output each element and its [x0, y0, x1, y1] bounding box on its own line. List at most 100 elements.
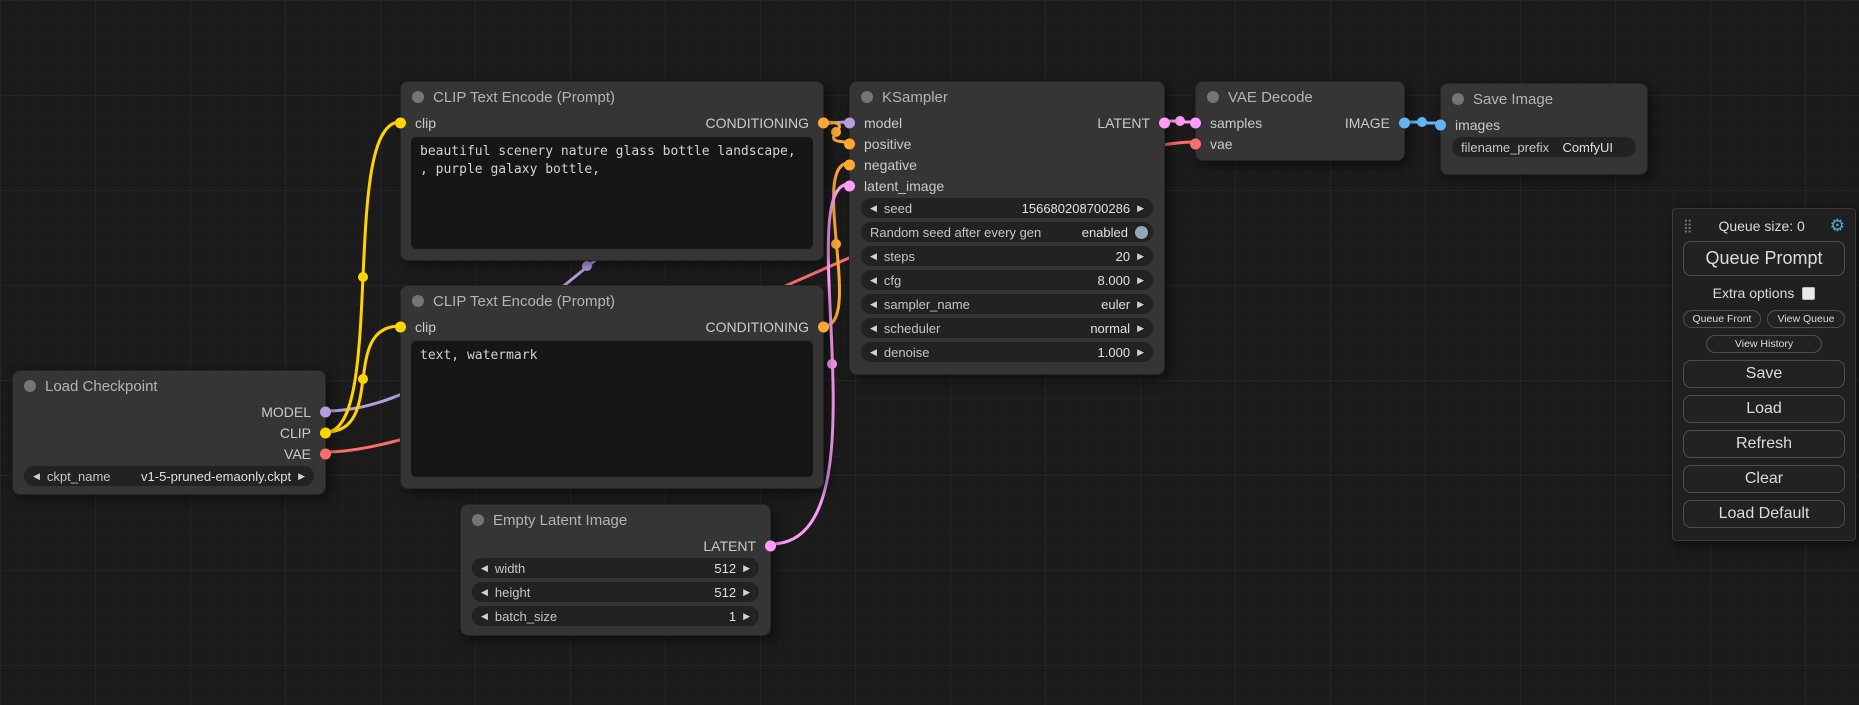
- arrow-left-icon[interactable]: ◀: [870, 252, 877, 261]
- arrow-right-icon[interactable]: ▶: [298, 472, 305, 481]
- input-slot-model[interactable]: [844, 117, 855, 128]
- collapse-dot-icon[interactable]: [412, 295, 424, 307]
- node-title-bar[interactable]: Empty Latent Image: [461, 505, 770, 535]
- slot-label-clip: clip: [415, 115, 436, 131]
- arrow-right-icon[interactable]: ▶: [1137, 252, 1144, 261]
- view-history-button[interactable]: View History: [1706, 335, 1823, 353]
- arrow-right-icon[interactable]: ▶: [1137, 204, 1144, 213]
- arrow-left-icon[interactable]: ◀: [870, 204, 877, 213]
- drag-handle-icon[interactable]: ⣿: [1683, 218, 1694, 234]
- prompt-textarea[interactable]: beautiful scenery nature glass bottle la…: [411, 137, 813, 249]
- output-slot-conditioning[interactable]: [818, 321, 829, 332]
- arrow-right-icon[interactable]: ▶: [743, 564, 750, 573]
- prompt-textarea[interactable]: text, watermark: [411, 341, 813, 477]
- widget-width[interactable]: ◀ width 512 ▶: [472, 558, 759, 578]
- queue-menu: ⣿ Queue size: 0 ⚙ Queue Prompt Extra opt…: [1672, 208, 1856, 541]
- output-slot-vae[interactable]: [320, 448, 331, 459]
- widget-value: enabled: [1082, 225, 1128, 240]
- node-title-bar[interactable]: Save Image: [1441, 84, 1647, 114]
- output-slot-clip[interactable]: [320, 427, 331, 438]
- collapse-dot-icon[interactable]: [24, 380, 36, 392]
- node-title-bar[interactable]: KSampler: [850, 82, 1164, 112]
- input-slot-vae[interactable]: [1190, 138, 1201, 149]
- arrow-left-icon[interactable]: ◀: [481, 588, 488, 597]
- save-button[interactable]: Save: [1683, 360, 1845, 388]
- widget-value: 8.000: [1098, 273, 1131, 288]
- output-slot-model[interactable]: [320, 406, 331, 417]
- input-slot-samples[interactable]: [1190, 117, 1201, 128]
- arrow-left-icon[interactable]: ◀: [870, 348, 877, 357]
- widget-height[interactable]: ◀ height 512 ▶: [472, 582, 759, 602]
- load-button[interactable]: Load: [1683, 395, 1845, 423]
- node-load-checkpoint[interactable]: Load Checkpoint MODEL CLIP VAE ◀ ckpt_na…: [12, 370, 326, 495]
- clear-button[interactable]: Clear: [1683, 465, 1845, 493]
- widget-value: euler: [1101, 297, 1130, 312]
- widget-seed[interactable]: ◀ seed 156680208700286 ▶: [861, 198, 1153, 218]
- node-title-bar[interactable]: CLIP Text Encode (Prompt): [401, 286, 823, 316]
- collapse-dot-icon[interactable]: [412, 91, 424, 103]
- input-slot-positive[interactable]: [844, 138, 855, 149]
- settings-gear-icon[interactable]: ⚙: [1830, 217, 1845, 234]
- node-title-bar[interactable]: CLIP Text Encode (Prompt): [401, 82, 823, 112]
- slot-row: clip CONDITIONING: [401, 112, 823, 133]
- widget-denoise[interactable]: ◀ denoise 1.000 ▶: [861, 342, 1153, 362]
- output-slot-conditioning[interactable]: [818, 117, 829, 128]
- link-midpoint-dot: [831, 127, 841, 137]
- collapse-dot-icon[interactable]: [1207, 91, 1219, 103]
- widget-scheduler[interactable]: ◀ scheduler normal ▶: [861, 318, 1153, 338]
- slot-row: positive: [850, 133, 1164, 154]
- widget-sampler-name[interactable]: ◀ sampler_name euler ▶: [861, 294, 1153, 314]
- input-slot-clip[interactable]: [395, 321, 406, 332]
- node-clip-text-encode-positive[interactable]: CLIP Text Encode (Prompt) clip CONDITION…: [400, 81, 824, 261]
- arrow-right-icon[interactable]: ▶: [1137, 324, 1144, 333]
- input-slot-clip[interactable]: [395, 117, 406, 128]
- arrow-right-icon[interactable]: ▶: [1137, 300, 1144, 309]
- extra-options-checkbox[interactable]: [1802, 287, 1815, 300]
- widget-cfg[interactable]: ◀ cfg 8.000 ▶: [861, 270, 1153, 290]
- node-title: Load Checkpoint: [45, 378, 158, 395]
- input-slot-images[interactable]: [1435, 119, 1446, 130]
- collapse-dot-icon[interactable]: [1452, 93, 1464, 105]
- node-empty-latent-image[interactable]: Empty Latent Image LATENT ◀ width 512 ▶ …: [460, 504, 771, 636]
- queue-front-button[interactable]: Queue Front: [1683, 310, 1761, 328]
- arrow-left-icon[interactable]: ◀: [870, 324, 877, 333]
- arrow-left-icon[interactable]: ◀: [870, 276, 877, 285]
- queue-actions-row: Queue Front View Queue: [1683, 310, 1845, 328]
- arrow-right-icon[interactable]: ▶: [1137, 348, 1144, 357]
- collapse-dot-icon[interactable]: [861, 91, 873, 103]
- node-save-image[interactable]: Save Image images filename_prefix ComfyU…: [1440, 83, 1648, 175]
- node-vae-decode[interactable]: VAE Decode samples IMAGE vae: [1195, 81, 1405, 161]
- node-title-bar[interactable]: VAE Decode: [1196, 82, 1404, 112]
- node-clip-text-encode-negative[interactable]: CLIP Text Encode (Prompt) clip CONDITION…: [400, 285, 824, 489]
- arrow-left-icon[interactable]: ◀: [481, 564, 488, 573]
- node-title-bar[interactable]: Load Checkpoint: [13, 371, 325, 401]
- slot-row: MODEL: [13, 401, 325, 422]
- refresh-button[interactable]: Refresh: [1683, 430, 1845, 458]
- widget-random-seed[interactable]: Random seed after every gen enabled: [861, 222, 1153, 242]
- view-queue-button[interactable]: View Queue: [1767, 310, 1845, 328]
- node-ksampler[interactable]: KSampler model LATENT positive negative …: [849, 81, 1165, 375]
- queue-prompt-button[interactable]: Queue Prompt: [1683, 241, 1845, 276]
- widget-value: ComfyUI: [1562, 140, 1613, 155]
- widget-steps[interactable]: ◀ steps 20 ▶: [861, 246, 1153, 266]
- widget-batch-size[interactable]: ◀ batch_size 1 ▶: [472, 606, 759, 626]
- widget-value: 512: [714, 561, 736, 576]
- input-slot-negative[interactable]: [844, 159, 855, 170]
- output-slot-image[interactable]: [1399, 117, 1410, 128]
- collapse-dot-icon[interactable]: [472, 514, 484, 526]
- output-slot-latent[interactable]: [765, 540, 776, 551]
- arrow-left-icon[interactable]: ◀: [481, 612, 488, 621]
- arrow-left-icon[interactable]: ◀: [870, 300, 877, 309]
- arrow-left-icon[interactable]: ◀: [33, 472, 40, 481]
- load-default-button[interactable]: Load Default: [1683, 500, 1845, 528]
- arrow-right-icon[interactable]: ▶: [743, 588, 750, 597]
- node-title: CLIP Text Encode (Prompt): [433, 89, 615, 106]
- slot-label-clip: CLIP: [280, 425, 311, 441]
- widget-ckpt-name[interactable]: ◀ ckpt_name v1-5-pruned-emaonly.ckpt ▶: [24, 466, 314, 486]
- output-slot-latent[interactable]: [1159, 117, 1170, 128]
- toggle-dot[interactable]: [1135, 226, 1148, 239]
- widget-filename-prefix[interactable]: filename_prefix ComfyUI: [1452, 137, 1636, 157]
- arrow-right-icon[interactable]: ▶: [743, 612, 750, 621]
- arrow-right-icon[interactable]: ▶: [1137, 276, 1144, 285]
- input-slot-latent-image[interactable]: [844, 180, 855, 191]
